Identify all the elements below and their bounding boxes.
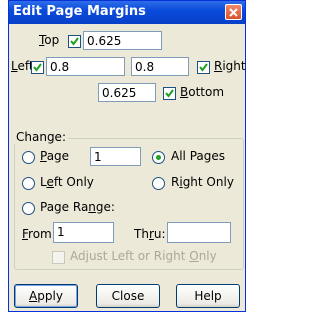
title-bar[interactable]: Edit Page Margins: [9, 1, 245, 24]
page-range-label: Page Range:: [40, 200, 115, 214]
edit-page-margins-dialog: Edit Page Margins Top 0.625 Left 0.8 0.8…: [8, 0, 246, 312]
right-checkbox[interactable]: [197, 61, 210, 74]
right-margin-input[interactable]: 0.8: [131, 57, 189, 76]
page-radio[interactable]: [22, 151, 35, 164]
page-range-radio[interactable]: [22, 202, 35, 215]
right-label: Right: [214, 59, 246, 73]
adjust-left-right-label: Adjust Left or Right Only: [70, 249, 217, 263]
all-pages-radio[interactable]: [152, 151, 165, 164]
check-icon: [33, 63, 42, 72]
apply-button[interactable]: Apply: [14, 284, 78, 308]
dialog-title: Edit Page Margins: [13, 4, 146, 19]
check-icon: [199, 63, 208, 72]
check-icon: [165, 89, 174, 98]
page-number-input[interactable]: 1: [90, 147, 141, 166]
help-button[interactable]: Help: [176, 284, 240, 308]
left-margin-input[interactable]: 0.8: [46, 57, 125, 76]
top-checkbox[interactable]: [68, 35, 81, 48]
close-button[interactable]: [225, 4, 242, 20]
page-radio-label: Page: [40, 149, 70, 163]
left-only-radio[interactable]: [22, 177, 35, 190]
bottom-margin-input[interactable]: 0.625: [98, 83, 156, 102]
right-only-radio[interactable]: [152, 177, 165, 190]
close-icon: [229, 8, 238, 17]
thru-input[interactable]: [167, 222, 231, 243]
top-label: Top: [39, 33, 60, 47]
top-margin-input[interactable]: 0.625: [83, 31, 162, 50]
from-label: From:: [22, 227, 56, 241]
check-icon: [70, 37, 79, 46]
thru-label: Thru:: [134, 227, 166, 241]
from-input[interactable]: 1: [53, 222, 114, 243]
left-checkbox[interactable]: [31, 61, 44, 74]
change-group-label: Change:: [14, 130, 68, 144]
bottom-checkbox[interactable]: [163, 87, 176, 100]
left-only-label: Left Only: [40, 175, 94, 189]
right-only-label: Right Only: [171, 175, 234, 189]
all-pages-label: All Pages: [171, 149, 225, 163]
close-dialog-button[interactable]: Close: [96, 284, 160, 308]
bottom-label: Bottom: [180, 85, 225, 99]
adjust-left-right-checkbox[interactable]: [52, 251, 65, 264]
